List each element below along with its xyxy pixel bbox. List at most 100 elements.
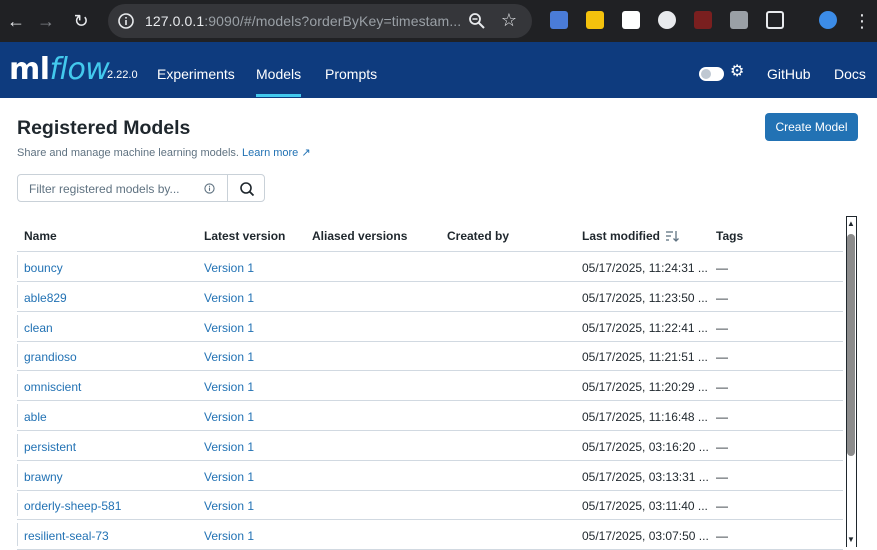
column-created-by[interactable]: Created by bbox=[447, 229, 509, 243]
browser-toolbar: ← → ↻ 127.0.0.1:9090/#/models?orderByKey… bbox=[0, 0, 877, 42]
site-info-icon[interactable] bbox=[118, 13, 134, 29]
latest-version-link[interactable]: Version 1 bbox=[204, 350, 254, 364]
search-placeholder: Filter registered models by... bbox=[29, 182, 180, 196]
sort-descending-icon[interactable] bbox=[665, 230, 680, 242]
version-label: 2.22.0 bbox=[107, 69, 138, 81]
model-name-link[interactable]: resilient-seal-73 bbox=[24, 529, 109, 543]
extension-icon[interactable] bbox=[586, 11, 604, 29]
scroll-down-icon[interactable]: ▼ bbox=[847, 535, 855, 544]
tags-cell: — bbox=[716, 439, 728, 454]
page-title: Registered Models bbox=[17, 117, 191, 139]
zoom-icon[interactable] bbox=[468, 12, 486, 30]
last-modified-cell: 05/17/2025, 11:24:31 ... bbox=[582, 261, 708, 275]
mlflow-logo[interactable]: mlflow bbox=[9, 52, 110, 87]
latest-version-link[interactable]: Version 1 bbox=[204, 529, 254, 543]
extension-icon[interactable] bbox=[730, 11, 748, 29]
last-modified-cell: 05/17/2025, 11:20:29 ... bbox=[582, 380, 708, 395]
latest-version-link[interactable]: Version 1 bbox=[204, 470, 254, 484]
scrollbar-thumb[interactable] bbox=[847, 234, 855, 456]
last-modified-cell: 05/17/2025, 11:16:48 ... bbox=[582, 410, 708, 424]
last-modified-cell: 05/17/2025, 03:16:20 ... bbox=[582, 439, 709, 454]
nav-models[interactable]: Models bbox=[256, 66, 302, 97]
table-row: clean Version 1 05/17/2025, 11:22:41 ... — bbox=[17, 312, 843, 342]
last-modified-cell: 05/17/2025, 03:07:50 ... bbox=[582, 529, 709, 544]
table-row: bouncy Version 1 05/17/2025, 11:24:31 ... — bbox=[17, 252, 843, 282]
back-icon[interactable]: ← bbox=[3, 8, 29, 34]
nav-github[interactable]: GitHub bbox=[767, 66, 811, 82]
model-name-link[interactable]: bouncy bbox=[24, 261, 63, 275]
column-latest-version[interactable]: Latest version bbox=[204, 229, 285, 243]
pdf-extension-icon[interactable] bbox=[694, 11, 712, 29]
url-text[interactable]: 127.0.0.1:9090/#/models?orderByKey=times… bbox=[145, 13, 461, 29]
column-name[interactable]: Name bbox=[24, 229, 57, 243]
app-header: mlflow 2.22.0 Experiments Models Prompts… bbox=[0, 42, 877, 98]
model-name-link[interactable]: clean bbox=[24, 321, 53, 335]
tags-cell: — bbox=[716, 350, 728, 365]
address-bar[interactable]: 127.0.0.1:9090/#/models?orderByKey=times… bbox=[108, 4, 532, 38]
latest-version-link[interactable]: Version 1 bbox=[204, 261, 254, 275]
external-link-icon: ↗ bbox=[301, 147, 311, 159]
table-row: brawny Version 1 05/17/2025, 03:13:31 ... — bbox=[17, 461, 843, 491]
tags-cell: — bbox=[716, 261, 728, 275]
nav-docs[interactable]: Docs bbox=[834, 66, 866, 82]
info-icon[interactable] bbox=[204, 183, 215, 194]
extensions-puzzle-icon[interactable] bbox=[766, 11, 784, 29]
scroll-up-icon[interactable]: ▲ bbox=[847, 219, 855, 228]
table-row: orderly-sheep-581 Version 1 05/17/2025, 03… bbox=[17, 490, 843, 521]
tags-cell: — bbox=[716, 290, 728, 305]
tags-cell: — bbox=[716, 380, 728, 395]
nav-prompts[interactable]: Prompts bbox=[325, 66, 377, 82]
gear-icon[interactable]: ⚙ bbox=[730, 64, 746, 80]
table-row: persistent Version 1 05/17/2025, 03:16:20 … bbox=[17, 431, 843, 461]
model-name-link[interactable]: omniscient bbox=[24, 380, 81, 394]
last-modified-cell: 05/17/2025, 11:23:50 ... bbox=[582, 290, 708, 305]
last-modified-cell: 05/17/2025, 11:21:51 ... bbox=[582, 350, 708, 365]
latest-version-link[interactable]: Version 1 bbox=[204, 440, 254, 454]
table-row: omniscient Version 1 05/17/2025, 11:20:29 … bbox=[17, 371, 843, 402]
latest-version-link[interactable]: Version 1 bbox=[204, 380, 254, 394]
tags-cell: — bbox=[716, 529, 728, 544]
extension-icon[interactable] bbox=[658, 11, 676, 29]
column-last-modified[interactable]: Last modified bbox=[582, 229, 680, 243]
table-scrollbar[interactable]: ▲ ▼ bbox=[843, 216, 859, 547]
latest-version-link[interactable]: Version 1 bbox=[204, 499, 254, 513]
create-model-button[interactable]: Create Model bbox=[765, 113, 858, 141]
search-icon bbox=[240, 182, 255, 197]
latest-version-link[interactable]: Version 1 bbox=[204, 410, 254, 424]
learn-more-link[interactable]: Learn more ↗ bbox=[242, 147, 311, 159]
tags-cell: — bbox=[716, 499, 728, 514]
table-row: able Version 1 05/17/2025, 11:16:48 ... — bbox=[17, 401, 843, 431]
search-button[interactable] bbox=[227, 174, 265, 202]
model-name-link[interactable]: grandioso bbox=[24, 350, 77, 364]
profile-avatar-icon[interactable] bbox=[819, 11, 837, 29]
tags-cell: — bbox=[716, 410, 728, 424]
nav-experiments[interactable]: Experiments bbox=[157, 66, 235, 82]
forward-icon[interactable]: → bbox=[33, 8, 59, 34]
model-name-link[interactable]: persistent bbox=[24, 440, 76, 454]
table-row: resilient-seal-73 Version 1 05/17/2025, 03… bbox=[17, 520, 843, 550]
model-name-link[interactable]: able829 bbox=[24, 291, 67, 305]
table-header: Name Latest version Aliased versions Cre… bbox=[17, 218, 843, 252]
translate-extension-icon[interactable] bbox=[550, 11, 568, 29]
table-row: able829 Version 1 05/17/2025, 11:23:50 ...… bbox=[17, 282, 843, 312]
latest-version-link[interactable]: Version 1 bbox=[204, 291, 254, 305]
model-name-link[interactable]: orderly-sheep-581 bbox=[24, 499, 121, 513]
tags-cell: — bbox=[716, 469, 728, 484]
last-modified-cell: 05/17/2025, 03:11:40 ... bbox=[582, 499, 708, 514]
reload-icon[interactable]: ↻ bbox=[68, 8, 94, 34]
column-aliased-versions[interactable]: Aliased versions bbox=[312, 229, 407, 243]
last-modified-cell: 05/17/2025, 11:22:41 ... bbox=[582, 320, 708, 335]
extension-icon[interactable] bbox=[622, 11, 640, 29]
column-tags: Tags bbox=[716, 229, 744, 243]
dark-mode-toggle[interactable] bbox=[699, 67, 724, 81]
model-search-input[interactable]: Filter registered models by... bbox=[17, 174, 228, 202]
last-modified-cell: 05/17/2025, 03:13:31 ... bbox=[582, 469, 709, 484]
page-description: Share and manage machine learning models… bbox=[17, 147, 311, 159]
model-name-link[interactable]: able bbox=[24, 410, 47, 424]
browser-menu-icon[interactable]: ⋮ bbox=[852, 8, 872, 34]
table-row: grandioso Version 1 05/17/2025, 11:21:51 .… bbox=[17, 341, 843, 372]
latest-version-link[interactable]: Version 1 bbox=[204, 321, 254, 335]
bookmark-star-icon[interactable]: ☆ bbox=[499, 10, 519, 30]
model-name-link[interactable]: brawny bbox=[24, 470, 63, 484]
tags-cell: — bbox=[716, 320, 728, 335]
